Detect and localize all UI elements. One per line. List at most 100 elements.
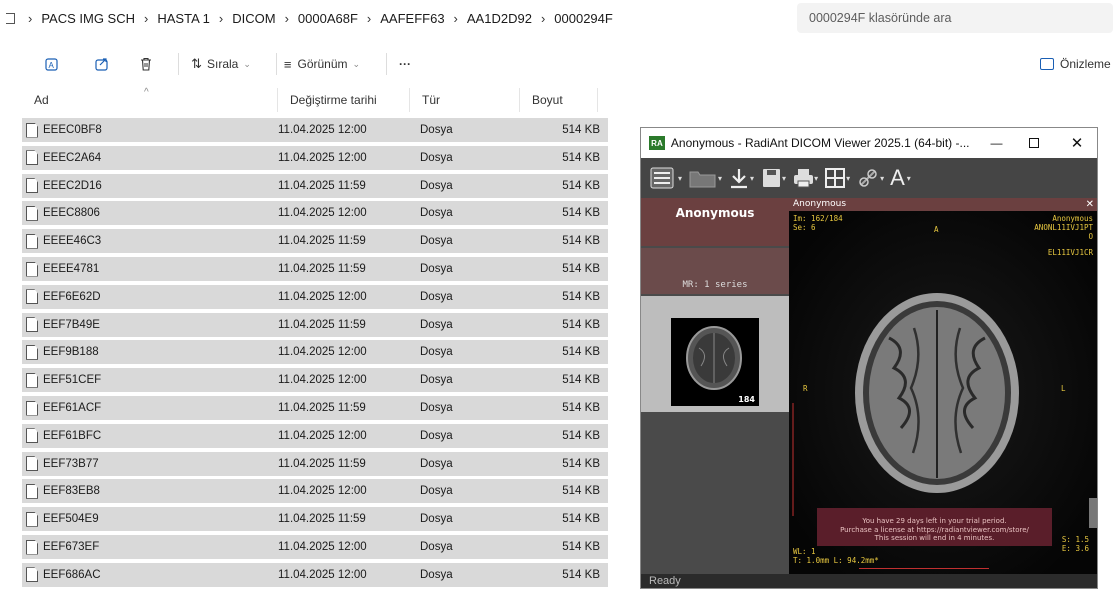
- file-size: 514 KB: [562, 541, 600, 553]
- more-options-button[interactable]: ···: [392, 50, 418, 78]
- file-row[interactable]: EEF686AC 11.04.2025 12:00 Dosya 514 KB: [22, 562, 608, 587]
- column-size[interactable]: Boyut: [520, 88, 598, 112]
- file-name: EEF673EF: [43, 541, 100, 553]
- brain-thumbnail-image: [686, 326, 742, 390]
- sort-button[interactable]: ⇅ Sırala ⌄: [186, 50, 256, 78]
- chevron-down-icon: ⌄: [352, 58, 361, 69]
- file-row[interactable]: EEF673EF 11.04.2025 12:00 Dosya 514 KB: [22, 535, 608, 559]
- link-icon[interactable]: ▾: [856, 166, 884, 190]
- breadcrumb-item[interactable]: AA1D2D92: [467, 11, 532, 26]
- file-row[interactable]: EEF7B49E 11.04.2025 11:59 Dosya 514 KB: [22, 312, 608, 337]
- viewer-title-bar[interactable]: RA Anonymous - RadiAnt DICOM Viewer 2025…: [641, 128, 1097, 158]
- grid-layout-icon[interactable]: ▾: [824, 166, 850, 190]
- trial-line-3: This session will end in 4 minutes.: [874, 534, 995, 542]
- file-date: 11.04.2025 12:00: [278, 207, 367, 220]
- file-icon: [26, 456, 38, 472]
- file-date: 11.04.2025 12:00: [278, 429, 367, 442]
- file-date: 11.04.2025 11:59: [278, 402, 366, 414]
- column-date[interactable]: Değiştirme tarihi: [278, 88, 410, 112]
- file-icon: [26, 511, 38, 527]
- breadcrumb-item[interactable]: DICOM: [232, 11, 275, 26]
- file-type: Dosya: [420, 151, 453, 164]
- file-row[interactable]: EEF51CEF 11.04.2025 12:00 Dosya 514 KB: [22, 368, 608, 393]
- file-row[interactable]: EEF73B77 11.04.2025 11:59 Dosya 514 KB: [22, 451, 608, 476]
- address-bar: › PACS IMG SCH › HASTA 1 › DICOM › 0000A68F …: [0, 0, 1113, 36]
- file-row[interactable]: EEEC0BF8 11.04.2025 12:00 Dosya 514 KB: [22, 118, 608, 142]
- file-row[interactable]: EEF61BFC 11.04.2025 12:00 Dosya 514 KB: [22, 423, 608, 448]
- chevron-down-icon: ⌄: [243, 58, 251, 69]
- file-size: 514 KB: [562, 207, 600, 220]
- download-icon[interactable]: ▾: [728, 166, 754, 190]
- file-type: Dosya: [420, 568, 453, 581]
- file-date: 11.04.2025 12:00: [278, 485, 367, 498]
- preview-button[interactable]: Önizleme: [1040, 50, 1113, 78]
- file-row[interactable]: EEF6E62D 11.04.2025 12:00 Dosya 514 KB: [22, 284, 608, 309]
- sort-ascending-icon: ^: [144, 87, 149, 98]
- file-row[interactable]: EEEC2A64 11.04.2025 12:00 Dosya 514 KB: [22, 145, 608, 170]
- file-row[interactable]: EEEC8806 11.04.2025 12:00 Dosya 514 KB: [22, 201, 608, 226]
- file-icon: [26, 150, 38, 166]
- orientation-top: A: [934, 225, 939, 234]
- image-viewport[interactable]: Anonymous ✕ Im: 162/184 Se: 6 A R L Anony…: [789, 198, 1097, 575]
- file-row[interactable]: EEF504E9 11.04.2025 11:59 Dosya 514 KB: [22, 507, 608, 532]
- breadcrumb-item[interactable]: AAFEFF63: [380, 11, 444, 26]
- file-row[interactable]: EEEE4781 11.04.2025 11:59 Dosya 514 KB: [22, 257, 608, 281]
- text-annotation-icon[interactable]: A ▾: [890, 165, 911, 191]
- delete-icon[interactable]: [132, 50, 160, 78]
- minimize-icon[interactable]: —: [982, 136, 1012, 150]
- file-icon: [26, 317, 38, 333]
- file-icon: [26, 122, 38, 138]
- view-label: Görünüm: [297, 57, 348, 71]
- layout-menu-button[interactable]: ▾: [649, 165, 682, 191]
- file-icon: [26, 289, 38, 305]
- column-type-label: Tür: [422, 93, 440, 107]
- open-folder-icon[interactable]: ▾: [688, 166, 722, 190]
- e-value: E: 3.6: [1061, 544, 1089, 553]
- file-date: 11.04.2025 11:59: [278, 318, 366, 331]
- svg-text:A: A: [49, 61, 55, 70]
- patient-header[interactable]: Anonymous: [641, 198, 789, 246]
- file-size: 514 KB: [562, 402, 600, 414]
- file-size: 514 KB: [562, 235, 600, 248]
- view-button[interactable]: ≡ Görünüm ⌄: [282, 50, 362, 78]
- save-icon[interactable]: ▾: [760, 166, 786, 190]
- file-type: Dosya: [420, 207, 453, 220]
- study-code-overlay: EL11IVJ1CR: [1047, 248, 1093, 257]
- file-icon: [26, 372, 38, 388]
- thickness-location: T: 1.0mm L: 94.2mm*: [793, 556, 879, 565]
- file-type: Dosya: [420, 457, 453, 470]
- study-header[interactable]: MR: 1 series: [641, 248, 789, 294]
- search-input[interactable]: 0000294F klasöründe ara: [797, 3, 1113, 33]
- file-type: Dosya: [420, 429, 453, 442]
- file-size: 514 KB: [562, 374, 600, 387]
- file-date: 11.04.2025 12:00: [278, 568, 367, 581]
- file-row[interactable]: EEF61ACF 11.04.2025 11:59 Dosya 514 KB: [22, 396, 608, 420]
- file-size: 514 KB: [562, 568, 600, 581]
- breadcrumb-item[interactable]: PACS IMG SCH: [41, 11, 135, 26]
- file-type: Dosya: [420, 541, 453, 553]
- print-icon[interactable]: ▾: [792, 166, 818, 190]
- rename-icon[interactable]: A: [38, 50, 66, 78]
- image-number: Im: 162/184: [793, 214, 843, 223]
- file-row[interactable]: EEEC2D16 11.04.2025 11:59 Dosya 514 KB: [22, 173, 608, 198]
- column-type[interactable]: Tür: [410, 88, 520, 112]
- maximize-icon[interactable]: [1011, 138, 1057, 148]
- breadcrumb-item[interactable]: 0000A68F: [298, 11, 358, 26]
- vertical-scrollbar[interactable]: [1089, 498, 1097, 528]
- share-icon[interactable]: [88, 50, 116, 78]
- file-row[interactable]: EEEE46C3 11.04.2025 11:59 Dosya 514 KB: [22, 229, 608, 254]
- series-thumbnail[interactable]: 184: [641, 296, 789, 412]
- folder-icon: [6, 12, 15, 24]
- file-date: 11.04.2025 12:00: [278, 124, 367, 136]
- close-icon[interactable]: ✕: [1057, 134, 1097, 152]
- breadcrumb-item[interactable]: HASTA 1: [157, 11, 210, 26]
- breadcrumb-item[interactable]: 0000294F: [554, 11, 613, 26]
- file-row[interactable]: EEF83EB8 11.04.2025 12:00 Dosya 514 KB: [22, 479, 608, 504]
- command-bar: A ⇅ Sırala ⌄ ≡ Görünüm ⌄ ··· Önizleme: [0, 44, 1113, 84]
- file-name: EEF83EB8: [43, 485, 100, 498]
- file-name: EEEC8806: [43, 207, 100, 220]
- file-date: 11.04.2025 11:59: [278, 457, 366, 470]
- column-name[interactable]: Ad ^: [22, 87, 278, 112]
- series-number: Se: 6: [793, 223, 816, 232]
- file-row[interactable]: EEF9B188 11.04.2025 12:00 Dosya 514 KB: [22, 340, 608, 365]
